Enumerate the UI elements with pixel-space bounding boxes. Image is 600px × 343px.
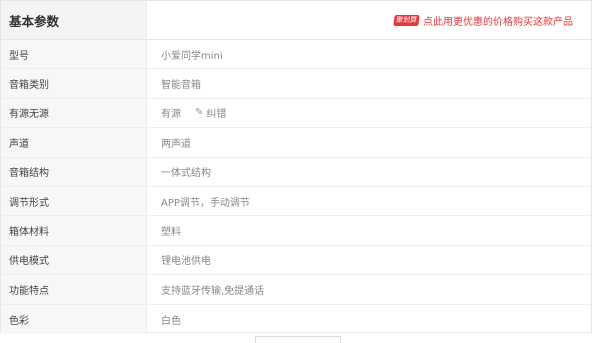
promo-badge: 聚划算 <box>393 14 420 26</box>
spec-label: 功能特点 <box>1 275 147 304</box>
promo-text[interactable]: 点此用更优惠的价格购买这款产品 <box>423 13 573 28</box>
spec-rows: 型号 小爱同学mini 音箱类别 智能音箱 有源无源 有源 ✎ 纠错 声道 两声… <box>1 40 591 334</box>
spec-label: 色彩 <box>1 304 147 334</box>
spec-label: 音箱结构 <box>1 157 147 186</box>
spec-label: 调节形式 <box>1 186 147 216</box>
correct-error-label[interactable]: 纠错 <box>206 105 226 120</box>
spec-row-adjustment: 调节形式 APP调节，手动调节 <box>1 186 591 217</box>
spec-value: 一体式结构 <box>161 168 211 180</box>
expand-more-tab[interactable] <box>255 336 341 343</box>
spec-row-channels: 声道 两声道 <box>1 128 591 158</box>
spec-value: 白色 <box>161 315 181 327</box>
spec-row-material: 箱体材料 塑料 <box>1 216 591 246</box>
promo-link[interactable]: 聚划算 点此用更优惠的价格购买这款产品 <box>147 13 591 28</box>
spec-row-color: 色彩 白色 <box>1 304 591 334</box>
spec-value: APP调节，手动调节 <box>161 197 250 209</box>
spec-value: 小爱同学mini <box>161 50 223 62</box>
spec-value: 锂电池供电 <box>161 256 211 268</box>
spec-row-structure: 音箱结构 一体式结构 <box>1 157 591 187</box>
spec-value: 有源 <box>161 109 181 121</box>
spec-row-power: 供电模式 锂电池供电 <box>1 245 591 276</box>
spec-value: 塑料 <box>161 227 181 239</box>
spec-label: 供电模式 <box>1 245 147 275</box>
spec-label: 型号 <box>1 40 147 69</box>
spec-row-model: 型号 小爱同学mini <box>1 40 591 70</box>
spec-value: 智能音箱 <box>161 80 201 92</box>
spec-row-speaker-type: 音箱类别 智能音箱 <box>1 69 591 99</box>
spec-table: 基本参数 聚划算 点此用更优惠的价格购买这款产品 型号 小爱同学mini 音箱类… <box>0 0 592 334</box>
pencil-icon: ✎ <box>195 107 204 119</box>
spec-label: 有源无源 <box>1 98 147 128</box>
spec-row-features: 功能特点 支持蓝牙传输,免提通话 <box>1 275 591 305</box>
spec-value: 支持蓝牙传输,免提通话 <box>161 285 265 297</box>
spec-row-active-passive: 有源无源 有源 ✎ 纠错 <box>1 98 591 129</box>
spec-value: 两声道 <box>161 138 191 150</box>
correct-error-link[interactable]: ✎ 纠错 <box>195 105 226 120</box>
spec-header: 基本参数 聚划算 点此用更优惠的价格购买这款产品 <box>1 1 591 40</box>
spec-label: 音箱类别 <box>1 69 147 98</box>
spec-label: 声道 <box>1 128 147 157</box>
spec-value-container: 有源 ✎ 纠错 <box>147 99 591 127</box>
section-title: 基本参数 <box>1 1 147 39</box>
spec-label: 箱体材料 <box>1 216 147 245</box>
